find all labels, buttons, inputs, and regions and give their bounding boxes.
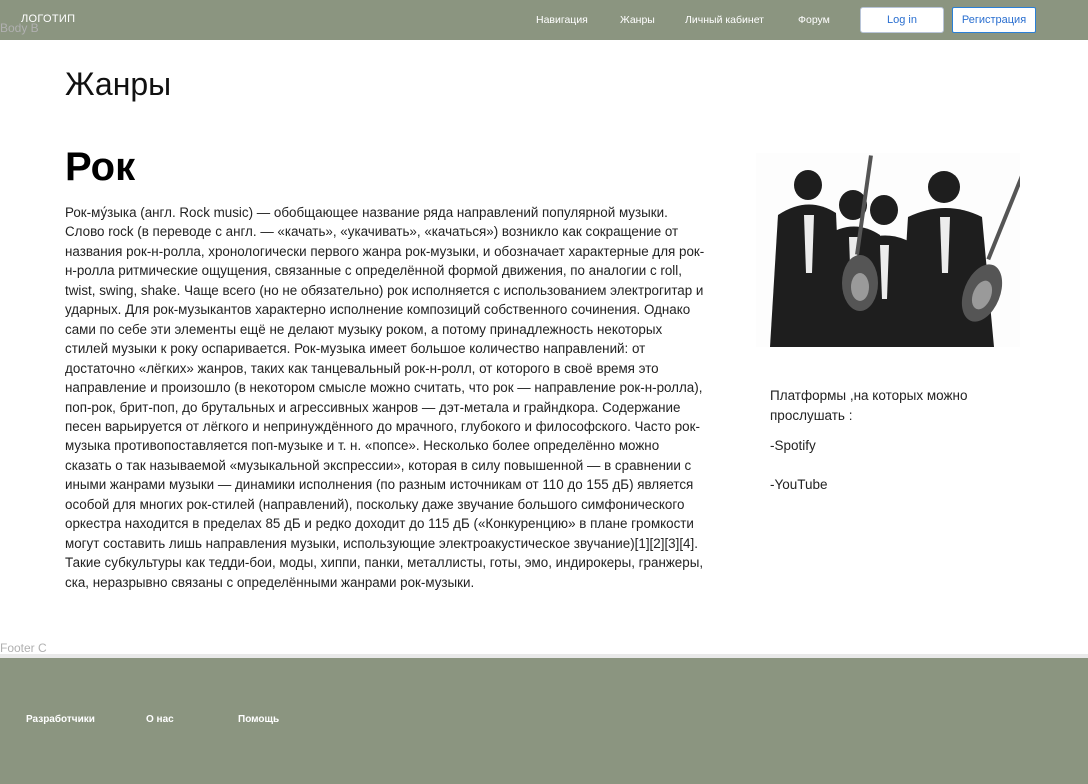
nav-link-genres[interactable]: Жанры [620,14,655,26]
login-button[interactable]: Log in [860,7,944,33]
nav-link-navigation[interactable]: Навигация [536,14,588,26]
genre-title: Рок [65,145,136,189]
nav-link-forum[interactable]: Форум [798,14,830,26]
footer: Разработчики О нас Помощь [0,658,1088,784]
band-photo [756,153,1020,347]
platforms-title: Платформы ,на которых можно прослушать : [770,388,968,423]
footer-link-developers[interactable]: Разработчики [26,714,95,725]
footer-link-about[interactable]: О нас [146,714,174,725]
footer-link-help[interactable]: Помощь [238,714,279,725]
footer-frame-label: Footer C [0,641,47,655]
genre-description: Рок-му́зыка (англ. Rock music) — обобщаю… [65,205,705,590]
nav-link-account[interactable]: Личный кабинет [685,14,764,26]
body-frame-label: Body B [0,21,39,35]
platform-spotify[interactable]: -Spotify [770,438,816,453]
top-navbar: ЛОГОТИП Навигация Жанры Личный кабинет Ф… [0,0,1088,40]
platform-youtube[interactable]: -YouTube [770,477,828,492]
page-title: Жанры [65,66,172,102]
register-button[interactable]: Регистрация [952,7,1036,33]
